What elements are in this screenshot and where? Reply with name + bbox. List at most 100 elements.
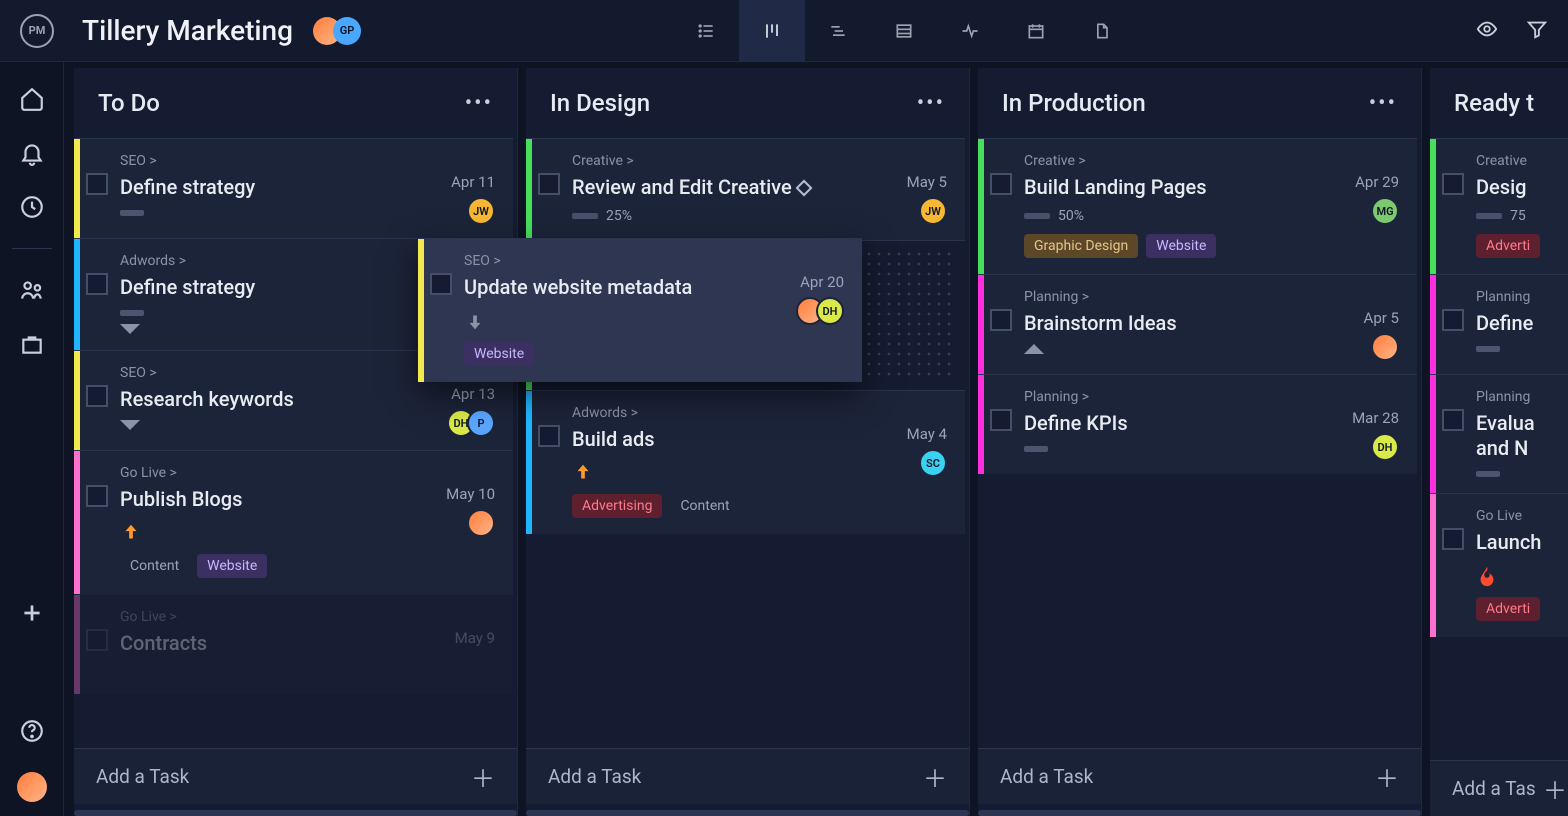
- avatar[interactable]: MG: [1371, 197, 1399, 225]
- task-title[interactable]: Research keywords: [120, 387, 495, 412]
- task-card[interactable]: SEO > Update website metadataWebsite Apr…: [418, 238, 862, 382]
- expand-toggle-icon[interactable]: [120, 420, 140, 430]
- task-checkbox[interactable]: [990, 309, 1012, 331]
- avatar[interactable]: [467, 509, 495, 537]
- dragging-card[interactable]: SEO > Update website metadataWebsite Apr…: [418, 238, 862, 382]
- add-task-button[interactable]: Add a Task＋: [74, 748, 517, 804]
- tag[interactable]: Graphic Design: [1024, 234, 1138, 258]
- task-breadcrumb[interactable]: Planning >: [1024, 389, 1399, 405]
- view-sheet-icon[interactable]: [871, 0, 937, 62]
- user-avatar[interactable]: [17, 772, 47, 802]
- task-checkbox[interactable]: [990, 409, 1012, 431]
- column-title[interactable]: To Do: [98, 89, 160, 117]
- assignees[interactable]: [1364, 333, 1399, 361]
- task-checkbox[interactable]: [86, 485, 108, 507]
- column-menu-icon[interactable]: •••: [465, 91, 493, 116]
- task-title[interactable]: Define KPIs: [1024, 411, 1399, 436]
- task-checkbox[interactable]: [1442, 309, 1464, 331]
- column-body[interactable]: Creative > Build Landing Pages50%Graphic…: [978, 138, 1421, 748]
- task-title[interactable]: Brainstorm Ideas: [1024, 311, 1399, 336]
- task-card[interactable]: Planning Define: [1430, 274, 1568, 374]
- add-task-button[interactable]: Add a Task＋: [978, 748, 1421, 804]
- scrollbar[interactable]: [978, 810, 1421, 816]
- projects-icon[interactable]: [19, 331, 45, 357]
- assignees[interactable]: [446, 509, 495, 537]
- task-card[interactable]: Creative Desig75Adverti: [1430, 138, 1568, 274]
- column-body[interactable]: SEO > Define strategy Apr 11 JW Adwords …: [74, 138, 517, 748]
- expand-toggle-icon[interactable]: [120, 324, 140, 334]
- scrollbar[interactable]: [74, 810, 517, 816]
- task-checkbox[interactable]: [1442, 409, 1464, 431]
- task-checkbox[interactable]: [1442, 528, 1464, 550]
- avatar[interactable]: JW: [919, 197, 947, 225]
- tag[interactable]: Adverti: [1476, 597, 1540, 621]
- assignees[interactable]: JW: [907, 197, 947, 225]
- filter-icon[interactable]: [1526, 18, 1548, 44]
- task-card[interactable]: Planning Evaluaand N: [1430, 374, 1568, 493]
- task-checkbox[interactable]: [538, 425, 560, 447]
- team-icon[interactable]: [19, 277, 45, 303]
- task-checkbox[interactable]: [86, 273, 108, 295]
- view-list-icon[interactable]: [673, 0, 739, 62]
- task-title[interactable]: Evaluaand N: [1476, 411, 1567, 461]
- help-icon[interactable]: [19, 718, 45, 744]
- task-title[interactable]: Desig: [1476, 175, 1567, 200]
- avatar[interactable]: GP: [333, 17, 361, 45]
- task-card[interactable]: Adwords > Build adsAdvertisingContent Ma…: [526, 390, 965, 534]
- task-card[interactable]: Go Live Launch Adverti: [1430, 493, 1568, 637]
- assignees[interactable]: DHP: [451, 409, 495, 437]
- task-checkbox[interactable]: [990, 173, 1012, 195]
- tag[interactable]: Adverti: [1476, 234, 1540, 258]
- task-checkbox[interactable]: [430, 273, 452, 295]
- expand-toggle-icon[interactable]: [1024, 344, 1044, 354]
- brand-badge[interactable]: PM: [20, 14, 54, 48]
- task-breadcrumb[interactable]: Go Live >: [120, 609, 495, 625]
- task-checkbox[interactable]: [86, 629, 108, 651]
- tag[interactable]: Advertising: [572, 494, 662, 518]
- avatar[interactable]: [1371, 333, 1399, 361]
- avatar[interactable]: DH: [816, 297, 844, 325]
- task-breadcrumb[interactable]: Planning >: [1024, 289, 1399, 305]
- tag[interactable]: Website: [197, 554, 267, 578]
- task-card[interactable]: Planning > Define KPIs Mar 28 DH: [978, 374, 1417, 474]
- home-icon[interactable]: [19, 86, 45, 112]
- task-checkbox[interactable]: [1442, 173, 1464, 195]
- task-title[interactable]: Update website metadata: [464, 275, 844, 300]
- visibility-icon[interactable]: [1476, 18, 1498, 44]
- column-body[interactable]: Creative Desig75Adverti Planning Define …: [1430, 138, 1568, 760]
- task-breadcrumb[interactable]: SEO >: [464, 253, 844, 269]
- add-task-button[interactable]: Add a Task＋: [526, 748, 969, 804]
- assignees[interactable]: SC: [907, 449, 947, 477]
- tag[interactable]: Content: [670, 494, 739, 518]
- task-breadcrumb[interactable]: Go Live: [1476, 508, 1567, 524]
- task-checkbox[interactable]: [86, 385, 108, 407]
- task-breadcrumb[interactable]: Creative: [1476, 153, 1567, 169]
- add-task-button[interactable]: Add a Tas＋: [1430, 760, 1568, 816]
- task-title[interactable]: Define: [1476, 311, 1567, 336]
- task-breadcrumb[interactable]: Creative >: [1024, 153, 1399, 169]
- column-menu-icon[interactable]: •••: [1369, 91, 1397, 116]
- add-icon[interactable]: [19, 600, 45, 626]
- task-card[interactable]: Planning > Brainstorm Ideas Apr 5: [978, 274, 1417, 374]
- column-title[interactable]: Ready t: [1454, 89, 1534, 117]
- task-checkbox[interactable]: [86, 173, 108, 195]
- assignees[interactable]: DH: [800, 297, 844, 325]
- recent-icon[interactable]: [19, 194, 45, 220]
- task-breadcrumb[interactable]: Creative >: [572, 153, 947, 169]
- task-title[interactable]: Build ads: [572, 427, 947, 452]
- task-card[interactable]: Creative > Review and Edit Creative25% M…: [526, 138, 965, 240]
- scrollbar[interactable]: [526, 810, 969, 816]
- column-title[interactable]: In Design: [550, 89, 650, 117]
- avatar[interactable]: SC: [919, 449, 947, 477]
- task-title[interactable]: Publish Blogs: [120, 487, 495, 512]
- view-calendar-icon[interactable]: [1003, 0, 1069, 62]
- task-breadcrumb[interactable]: Go Live >: [120, 465, 495, 481]
- task-title[interactable]: Review and Edit Creative: [572, 175, 947, 200]
- task-card[interactable]: Go Live > Publish BlogsContentWebsite Ma…: [74, 450, 513, 594]
- view-gantt-icon[interactable]: [805, 0, 871, 62]
- column-body[interactable]: Creative > Review and Edit Creative25% M…: [526, 138, 969, 748]
- task-title[interactable]: Launch: [1476, 530, 1567, 555]
- task-breadcrumb[interactable]: Planning: [1476, 389, 1567, 405]
- avatar[interactable]: DH: [1371, 433, 1399, 461]
- notifications-icon[interactable]: [19, 140, 45, 166]
